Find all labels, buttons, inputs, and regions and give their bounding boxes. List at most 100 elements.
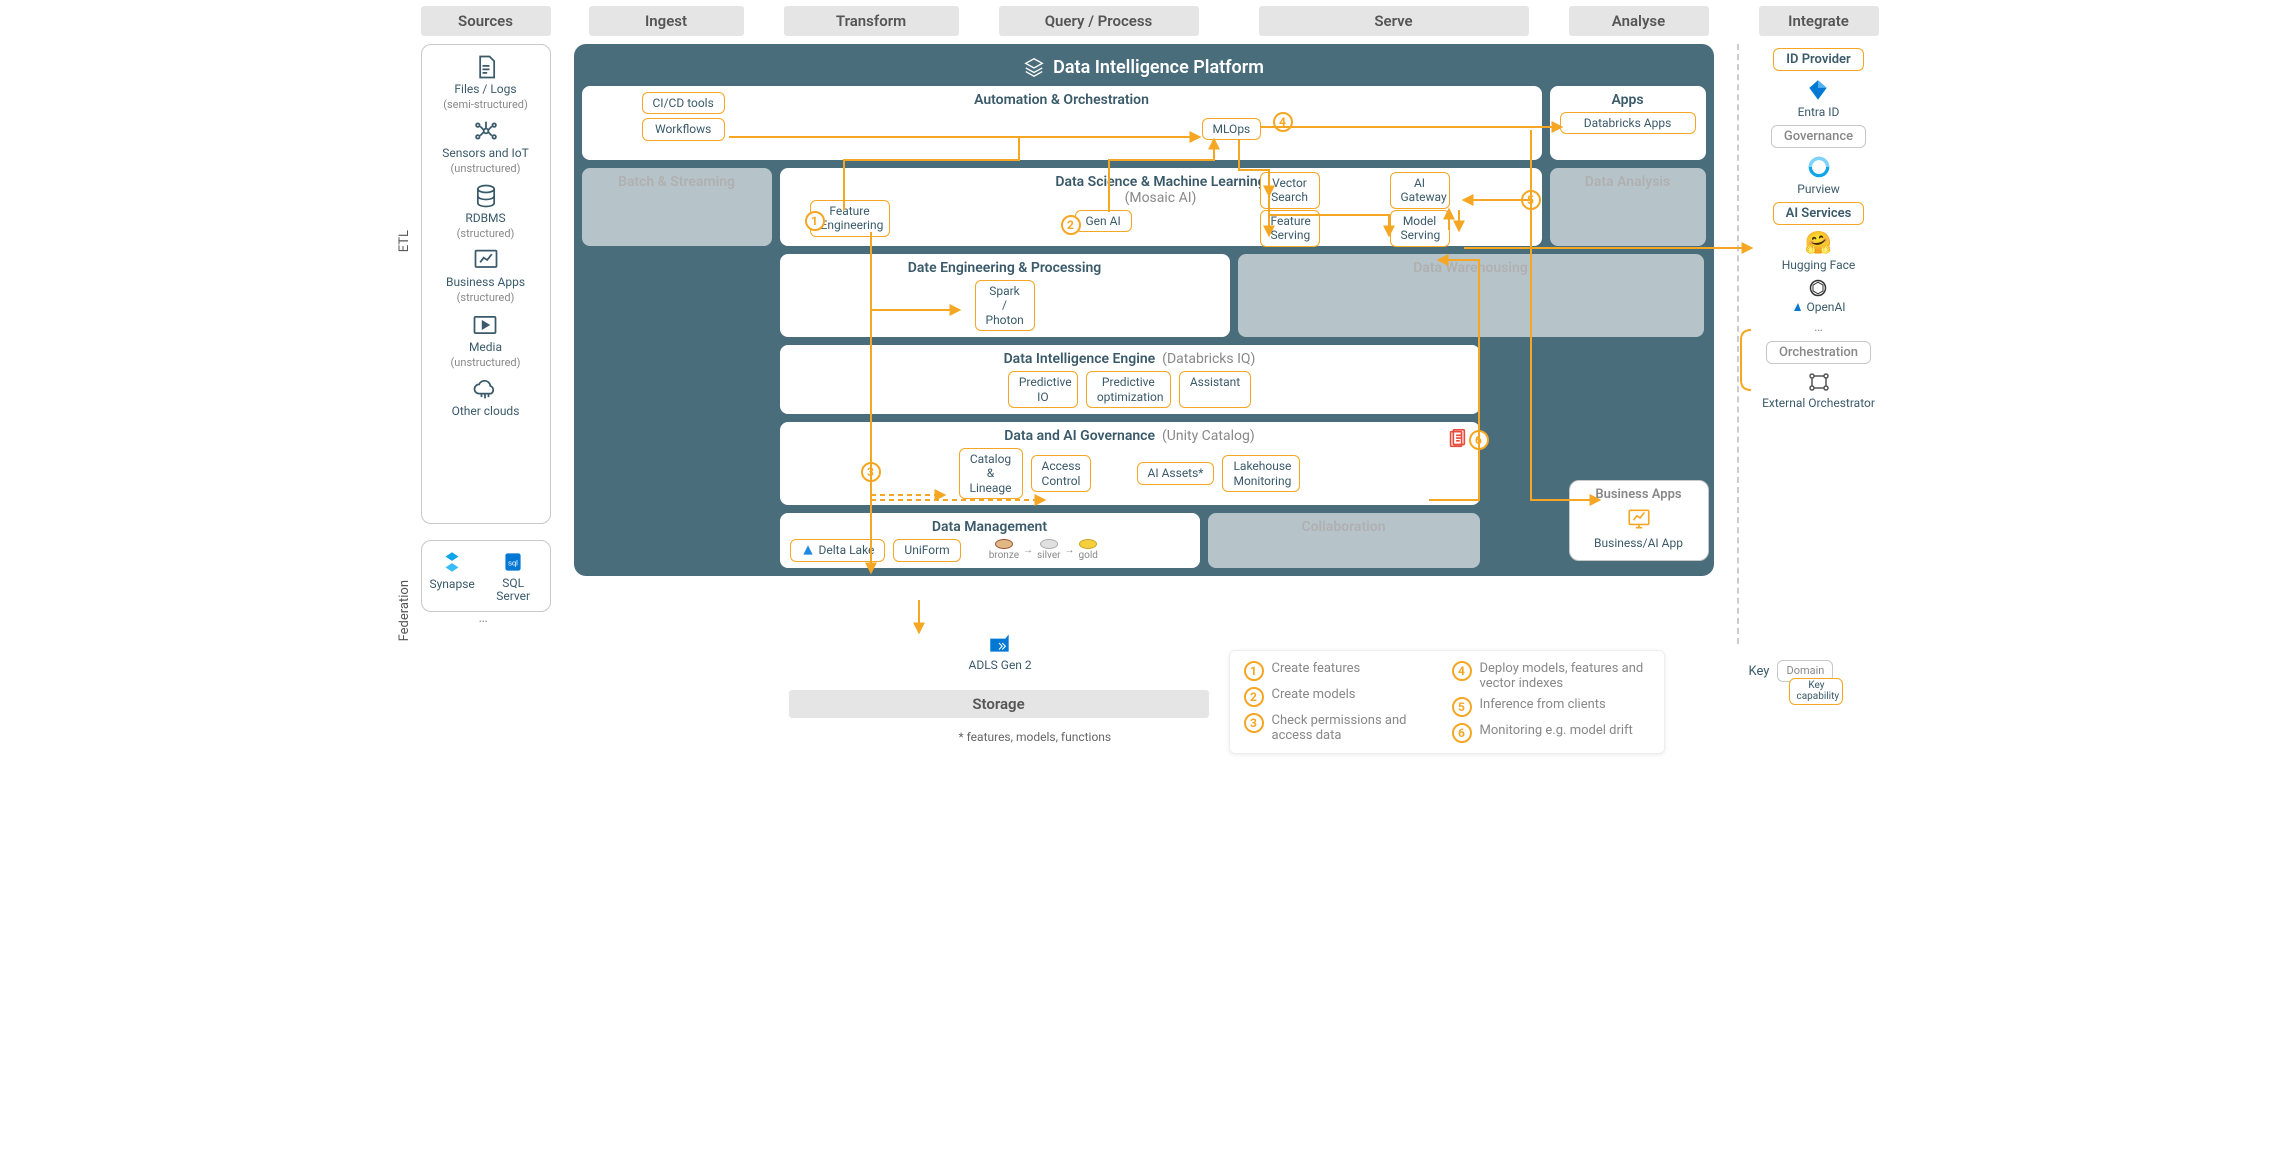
panel-governance: Data and AI Governance (Unity Catalog) C… bbox=[780, 422, 1480, 505]
business-apps-item: Business/AI App bbox=[1594, 536, 1683, 550]
panel-die-title: Data Intelligence Engine (Databricks IQ) bbox=[790, 351, 1470, 367]
badge-5: 5 bbox=[1521, 190, 1541, 210]
legend-6: Monitoring e.g. model drift bbox=[1480, 723, 1633, 738]
source-bizapps: Business Apps(structured) bbox=[446, 246, 525, 304]
source-iot: Sensors and IoT(unstructured) bbox=[442, 117, 529, 175]
integrate-column: ID Provider Entra ID Governance Purview … bbox=[1759, 48, 1879, 410]
panel-apps-title: Apps bbox=[1560, 92, 1696, 108]
panel-die: Data Intelligence Engine (Databricks IQ)… bbox=[780, 345, 1480, 414]
panel-collab-title: Collaboration bbox=[1218, 519, 1470, 535]
orchestrator-icon bbox=[1805, 370, 1833, 394]
cap-feat-serve: Feature Serving bbox=[1260, 210, 1320, 247]
badge-2: 2 bbox=[1061, 215, 1081, 235]
int-hf: 🤗 Hugging Face bbox=[1782, 231, 1856, 272]
cap-access: Access Control bbox=[1031, 455, 1091, 492]
int-governance: Governance bbox=[1771, 125, 1866, 148]
business-apps-title: Business Apps bbox=[1595, 487, 1681, 502]
panel-collab: Collaboration bbox=[1208, 513, 1480, 567]
panel-dm-title: Data Management bbox=[790, 519, 1190, 535]
legend-4: Deploy models, features and vector index… bbox=[1480, 661, 1650, 691]
sources-box: Files / Logs(semi-structured) Sensors an… bbox=[421, 44, 551, 524]
int-id-provider: ID Provider bbox=[1773, 48, 1863, 71]
cap-model-serve: Model Serving bbox=[1390, 210, 1450, 247]
legend-2: Create models bbox=[1272, 687, 1356, 702]
architecture-diagram: Sources Ingest Transform Query / Process… bbox=[379, 0, 1891, 780]
panel-data-analysis: Data Analysis bbox=[1550, 168, 1706, 246]
azure-icon bbox=[1791, 301, 1803, 313]
storage-item: ADLS Gen 2 bbox=[969, 630, 1032, 672]
cap-popt: Predictive optimization bbox=[1086, 371, 1171, 408]
panel-batch: Batch & Streaming bbox=[582, 168, 772, 246]
catalog-icon bbox=[1446, 428, 1468, 450]
delta-icon bbox=[801, 543, 815, 557]
source-media: Media(unstructured) bbox=[451, 311, 521, 369]
panel-batch-title: Batch & Streaming bbox=[592, 174, 762, 190]
entra-icon bbox=[1805, 77, 1831, 103]
cloud-icon bbox=[471, 375, 499, 403]
label-federation: Federation bbox=[397, 580, 412, 641]
key-box: Key Domain Key capability bbox=[1749, 660, 1834, 682]
iot-icon bbox=[472, 117, 500, 145]
adls-icon bbox=[985, 630, 1015, 656]
panel-automation-title: Automation & Orchestration bbox=[592, 92, 1532, 108]
cap-catalog: Catalog & Lineage bbox=[959, 448, 1023, 499]
panel-gov-title: Data and AI Governance (Unity Catalog) bbox=[790, 428, 1470, 444]
legend-5: Inference from clients bbox=[1480, 697, 1606, 712]
cap-dbx-apps: Databricks Apps bbox=[1560, 112, 1696, 134]
database-icon bbox=[472, 182, 500, 210]
header-ingest: Ingest bbox=[589, 6, 744, 36]
footnote: * features, models, functions bbox=[959, 730, 1112, 744]
businessapp-icon bbox=[1624, 506, 1654, 532]
panel-dm: Data Management Delta Lake UniForm bronz… bbox=[780, 513, 1200, 567]
int-ai-services: AI Services bbox=[1773, 202, 1865, 225]
layers-icon bbox=[1023, 56, 1045, 78]
hf-icon: 🤗 bbox=[1805, 231, 1832, 256]
header-integrate: Integrate bbox=[1759, 6, 1879, 36]
platform-container: Data Intelligence Platform Automation & … bbox=[574, 44, 1714, 576]
badge-1: 1 bbox=[805, 211, 825, 231]
federation-sqlserver: sql SQL Server bbox=[485, 549, 542, 603]
panel-apps: Apps Databricks Apps bbox=[1550, 86, 1706, 160]
media-icon bbox=[471, 311, 499, 339]
int-purview: Purview bbox=[1797, 154, 1839, 196]
purview-icon bbox=[1806, 154, 1832, 180]
int-entra: Entra ID bbox=[1798, 77, 1840, 119]
badge-4: 4 bbox=[1273, 112, 1293, 132]
header-query: Query / Process bbox=[999, 6, 1199, 36]
federation-more: … bbox=[479, 610, 488, 626]
source-rdbms: RDBMS(structured) bbox=[457, 182, 515, 240]
header-serve: Serve bbox=[1259, 6, 1529, 36]
svg-text:sql: sql bbox=[508, 558, 518, 567]
chart-icon bbox=[472, 246, 500, 274]
panel-dw-title: Data Warehousing bbox=[1248, 260, 1694, 276]
sqlserver-icon: sql bbox=[500, 549, 526, 575]
cap-ai-gw: AI Gateway bbox=[1390, 172, 1450, 209]
header-sources: Sources bbox=[421, 6, 551, 36]
cap-assistant: Assistant bbox=[1179, 371, 1251, 408]
cap-uniform: UniForm bbox=[893, 539, 960, 561]
synapse-icon bbox=[439, 549, 465, 575]
cap-cicd: CI/CD tools bbox=[642, 92, 725, 114]
panel-automation: Automation & Orchestration CI/CD tools W… bbox=[582, 86, 1542, 160]
file-icon bbox=[472, 53, 500, 81]
cap-delta: Delta Lake bbox=[790, 539, 886, 561]
panel-de: Date Engineering & Processing Spark / Ph… bbox=[780, 254, 1230, 337]
int-orchestration: Orchestration bbox=[1766, 341, 1871, 364]
source-files-logs: Files / Logs(semi-structured) bbox=[443, 53, 528, 111]
badge-3: 3 bbox=[861, 462, 881, 482]
medallion: bronze → silver → gold bbox=[989, 539, 1098, 561]
header-transform: Transform bbox=[784, 6, 959, 36]
openai-icon bbox=[1808, 278, 1828, 298]
source-clouds: Other clouds bbox=[452, 375, 520, 419]
platform-title-row: Data Intelligence Platform bbox=[582, 52, 1706, 86]
cap-workflows: Workflows bbox=[642, 118, 725, 140]
legend-3: Check permissions and access data bbox=[1272, 713, 1422, 743]
legend: 1Create features 2Create models 3Check p… bbox=[1229, 650, 1665, 754]
cap-spark: Spark / Photon bbox=[975, 280, 1035, 331]
header-analyse: Analyse bbox=[1569, 6, 1709, 36]
cap-genai: Gen AI bbox=[1075, 210, 1132, 232]
cap-mlops: MLOps bbox=[1202, 118, 1262, 140]
badge-6: 6 bbox=[1469, 430, 1489, 450]
divider bbox=[1737, 44, 1739, 644]
federation-box: Synapse sql SQL Server bbox=[421, 540, 551, 612]
